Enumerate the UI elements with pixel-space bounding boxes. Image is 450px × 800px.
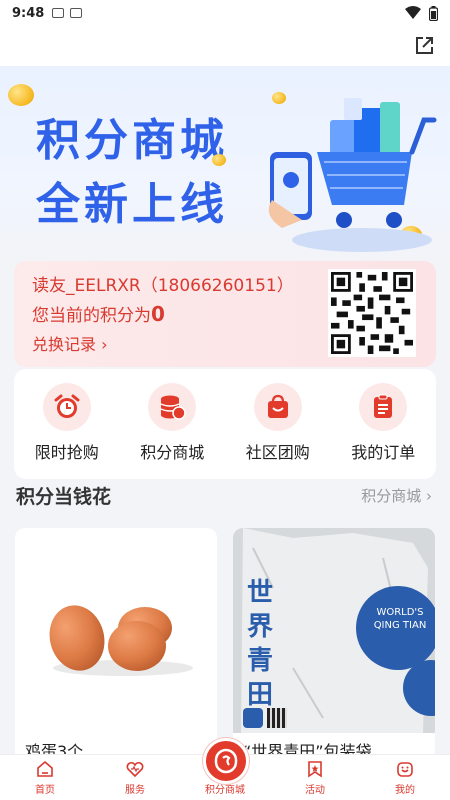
section-more-link[interactable]: 积分商城 › (361, 485, 432, 506)
quick-item-points-mall[interactable]: 积分商城 (122, 383, 222, 463)
tab-label: 服务 (125, 785, 145, 796)
quick-label: 社区团购 (245, 443, 310, 462)
bag-qr-icon (267, 708, 287, 728)
page-content: 积分商城 全新上线 读友_EELRXR（18066260151） 您当前的积分为… (0, 66, 450, 756)
banner-title-line2: 全新上线 (36, 179, 228, 230)
member-card: 读友_EELRXR（18066260151） 您当前的积分为0 兑换记录 › (14, 261, 436, 367)
promo-banner[interactable]: 积分商城 全新上线 (0, 66, 450, 261)
tab-mine[interactable]: 我的 (360, 755, 450, 800)
tab-activity[interactable]: 活动 (270, 755, 360, 800)
points-mall-center-button[interactable] (203, 738, 249, 784)
heart-icon (126, 761, 144, 778)
image-notification-icon (52, 8, 65, 18)
bookmark-icon (308, 761, 322, 778)
qr-code[interactable] (328, 269, 416, 357)
quick-item-group-buy[interactable]: 社区团购 (228, 383, 328, 463)
quick-label: 积分商城 (140, 443, 205, 462)
status-time: 9:48 (12, 5, 45, 21)
bag-brand-text: 世界青田 (247, 578, 274, 710)
points-mall-icon (214, 748, 238, 774)
coin-icon (8, 84, 34, 106)
tab-service[interactable]: 服务 (90, 755, 180, 800)
quick-item-my-orders[interactable]: 我的订单 (333, 383, 433, 463)
member-points: 您当前的积分为0 (32, 301, 165, 326)
home-icon (37, 760, 53, 777)
status-bar: 9:48 (0, 0, 450, 26)
tab-label: 活动 (305, 785, 325, 796)
coin-stack-icon (148, 383, 197, 431)
battery-icon (429, 5, 438, 21)
points-value: 0 (151, 302, 165, 326)
bag-circle-text: WORLD'S QING TIAN (373, 607, 427, 631)
profile-icon (397, 762, 413, 777)
tab-label: 首页 (35, 785, 55, 796)
bag-logo-icon (243, 708, 263, 728)
quick-item-flash-sale[interactable]: 限时抢购 (17, 383, 117, 463)
product-image (15, 528, 217, 733)
section-title: 积分当钱花 (16, 486, 112, 508)
quick-label: 我的订单 (351, 443, 416, 462)
points-prefix: 您当前的积分为 (32, 306, 151, 326)
member-name: 读友_EELRXR（18066260151） (32, 276, 294, 296)
product-image: 世界青田 WORLD'S QING TIAN (233, 528, 435, 733)
quick-actions: 限时抢购 积分商城 社区团购 我的订单 (14, 369, 436, 479)
coin-icon (212, 154, 226, 166)
banner-title-line1: 积分商城 (36, 115, 228, 166)
wifi-icon (405, 6, 421, 19)
quick-label: 限时抢购 (34, 443, 99, 462)
product-card[interactable]: 世界青田 WORLD'S QING TIAN “世界青田”包装袋 (233, 528, 435, 756)
text-notification-icon (70, 8, 83, 18)
order-list-icon (359, 383, 408, 431)
product-card[interactable]: 鸡蛋3个 (15, 528, 217, 756)
tab-label: 我的 (395, 785, 415, 796)
shopping-bag-icon (253, 383, 302, 431)
tab-home[interactable]: 首页 (0, 755, 90, 800)
exchange-record-link[interactable]: 兑换记录 › (32, 331, 108, 355)
alarm-clock-icon (42, 383, 91, 431)
shopping-cart-illustration (268, 98, 437, 252)
top-bar (0, 26, 450, 66)
share-icon[interactable] (412, 34, 436, 58)
